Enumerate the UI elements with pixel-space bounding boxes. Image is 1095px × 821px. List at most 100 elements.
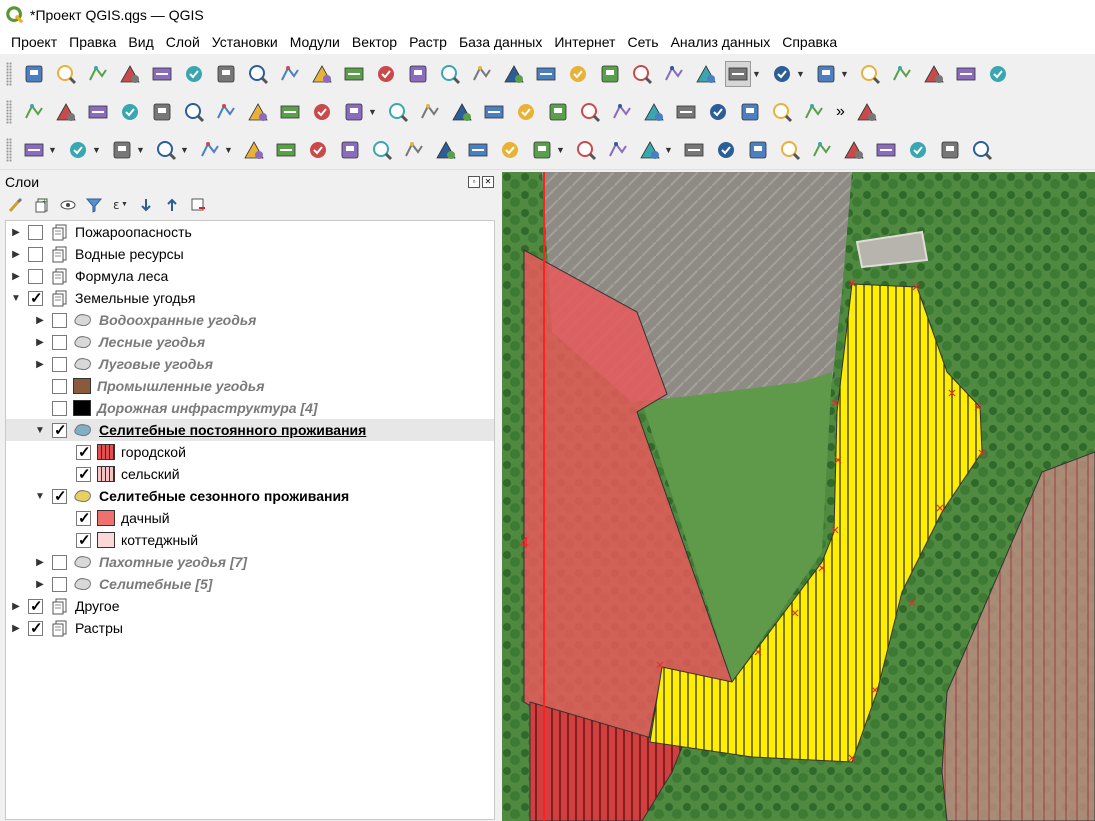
dropdown-arrow-icon[interactable]: ▼ bbox=[92, 145, 102, 155]
new-3d-view-icon[interactable] bbox=[565, 61, 591, 87]
layer-visibility-checkbox[interactable] bbox=[76, 465, 91, 483]
layer-row[interactable]: ▶ Селитебные [5] bbox=[6, 573, 494, 595]
layer-row[interactable]: ▶ Формула леса bbox=[6, 265, 494, 287]
digitize-curve-icon[interactable] bbox=[21, 137, 47, 163]
save-as-icon[interactable] bbox=[117, 61, 143, 87]
zoom-full-icon[interactable] bbox=[341, 61, 367, 87]
dropdown-arrow-icon[interactable]: ▼ bbox=[664, 145, 674, 155]
layer-row[interactable]: ▶ Водоохранные угодья bbox=[6, 309, 494, 331]
move-feature-icon[interactable] bbox=[681, 137, 707, 163]
wms-icon[interactable] bbox=[529, 137, 555, 163]
add-part-icon[interactable] bbox=[841, 137, 867, 163]
layer-visibility-checkbox[interactable] bbox=[52, 356, 67, 372]
toolbar-grip[interactable] bbox=[6, 62, 12, 86]
bookmark-icon[interactable] bbox=[597, 61, 623, 87]
zoom-next-icon[interactable] bbox=[501, 61, 527, 87]
digitize-icon[interactable] bbox=[85, 99, 111, 125]
layer-visibility-checkbox[interactable] bbox=[28, 246, 43, 262]
float-panel-icon[interactable]: ▫ bbox=[468, 176, 480, 188]
vertex-editor-icon[interactable] bbox=[241, 137, 267, 163]
layer-visibility-checkbox[interactable] bbox=[52, 576, 67, 592]
zoom-to-layer-icon[interactable] bbox=[405, 61, 431, 87]
copy-features-icon[interactable] bbox=[481, 99, 507, 125]
menu-item-10[interactable]: Сеть bbox=[621, 30, 664, 54]
menu-item-11[interactable]: Анализ данных bbox=[665, 30, 777, 54]
label-move-icon[interactable] bbox=[769, 99, 795, 125]
layer-row[interactable]: ▶ Водные ресурсы bbox=[6, 243, 494, 265]
add-polygon-icon[interactable] bbox=[197, 137, 223, 163]
georeferencer-icon[interactable] bbox=[305, 137, 331, 163]
memory-layer-icon[interactable] bbox=[149, 99, 175, 125]
layer-visibility-checkbox[interactable] bbox=[28, 224, 43, 240]
expand-arrow-icon[interactable]: ▶ bbox=[10, 601, 22, 612]
label-rotate-icon[interactable] bbox=[801, 99, 827, 125]
layer-visibility-checkbox[interactable] bbox=[76, 443, 91, 461]
menu-item-0[interactable]: Проект bbox=[0, 30, 63, 54]
pan-icon[interactable] bbox=[213, 61, 239, 87]
style-manager-icon[interactable] bbox=[181, 61, 207, 87]
dropdown-arrow-icon[interactable]: ▼ bbox=[368, 107, 378, 117]
reshape-features-icon[interactable] bbox=[969, 137, 995, 163]
statistics-sigma-icon[interactable] bbox=[985, 61, 1011, 87]
rotate-feature-icon[interactable] bbox=[713, 137, 739, 163]
menu-item-8[interactable]: База данных bbox=[453, 30, 548, 54]
layer-visibility-checkbox[interactable] bbox=[76, 509, 91, 527]
dropdown-arrow-icon[interactable]: ▼ bbox=[180, 145, 190, 155]
raster-calc-icon[interactable] bbox=[273, 137, 299, 163]
add-layer-icon[interactable] bbox=[53, 99, 79, 125]
close-panel-icon[interactable]: ✕ bbox=[482, 176, 494, 188]
mesh-icon[interactable] bbox=[181, 99, 207, 125]
layer-visibility-checkbox[interactable] bbox=[76, 531, 91, 549]
collapse-arrow-icon[interactable]: ▼ bbox=[10, 293, 22, 304]
open-project-icon[interactable] bbox=[53, 61, 79, 87]
highlight-pin-icon[interactable] bbox=[641, 99, 667, 125]
modify-attributes-icon[interactable] bbox=[385, 99, 411, 125]
layer-row[interactable]: сельский bbox=[6, 463, 494, 485]
layer-visibility-checkbox[interactable] bbox=[52, 554, 67, 570]
layer-row[interactable]: ▶ Пожароопасность bbox=[6, 221, 494, 243]
add-circle-icon[interactable] bbox=[65, 137, 91, 163]
delete-ring-icon[interactable] bbox=[905, 137, 931, 163]
layer-visibility-checkbox[interactable] bbox=[52, 400, 67, 416]
gps-icon[interactable] bbox=[465, 137, 491, 163]
layer-row[interactable]: ▶ Луговые угодья bbox=[6, 353, 494, 375]
cut-features-icon[interactable] bbox=[449, 99, 475, 125]
zoom-out-icon[interactable] bbox=[309, 61, 335, 87]
zoom-last-icon[interactable] bbox=[469, 61, 495, 87]
edit-pencil-icon[interactable] bbox=[245, 99, 271, 125]
layer-visibility-checkbox[interactable] bbox=[28, 619, 43, 637]
expand-arrow-icon[interactable]: ▶ bbox=[34, 337, 46, 348]
collapse-arrow-icon[interactable]: ▼ bbox=[34, 425, 46, 436]
filter-expression-icon[interactable]: ε ▼ bbox=[110, 195, 130, 215]
dropdown-arrow-icon[interactable]: ▼ bbox=[796, 69, 806, 79]
select-by-location-icon[interactable] bbox=[857, 61, 883, 87]
zoom-native-icon[interactable] bbox=[437, 61, 463, 87]
redo-icon[interactable] bbox=[577, 99, 603, 125]
freehand-icon[interactable] bbox=[369, 137, 395, 163]
map-canvas[interactable]: 4 bbox=[502, 172, 1095, 821]
menu-item-9[interactable]: Интернет bbox=[548, 30, 621, 54]
menu-item-4[interactable]: Установки bbox=[206, 30, 284, 54]
remove-layer-icon[interactable] bbox=[188, 195, 208, 215]
layer-row[interactable]: Промышленные угодья bbox=[6, 375, 494, 397]
layer-visibility-checkbox[interactable] bbox=[52, 334, 67, 350]
menu-item-6[interactable]: Вектор bbox=[346, 30, 403, 54]
add-rectangle-icon[interactable] bbox=[153, 137, 179, 163]
layer-row[interactable]: ▶ Лесные угодья bbox=[6, 331, 494, 353]
scale-feature-icon[interactable] bbox=[745, 137, 771, 163]
label-show-icon[interactable] bbox=[737, 99, 763, 125]
layer-visibility-checkbox[interactable] bbox=[52, 487, 67, 505]
delete-part-icon[interactable] bbox=[937, 137, 963, 163]
filter-legend-icon[interactable] bbox=[84, 195, 104, 215]
expand-arrow-icon[interactable]: ▶ bbox=[34, 557, 46, 568]
collapse-all-icon[interactable] bbox=[162, 195, 182, 215]
reshape-icon[interactable] bbox=[401, 137, 427, 163]
label-abc-icon[interactable] bbox=[609, 99, 635, 125]
add-feature-icon[interactable] bbox=[309, 99, 335, 125]
expand-all-icon[interactable] bbox=[136, 195, 156, 215]
label-delete-icon[interactable] bbox=[705, 99, 731, 125]
identify-icon[interactable] bbox=[889, 61, 915, 87]
toggle-editing-icon[interactable] bbox=[213, 99, 239, 125]
zoom-in-icon[interactable] bbox=[277, 61, 303, 87]
layer-row[interactable]: ▶ Другое bbox=[6, 595, 494, 617]
